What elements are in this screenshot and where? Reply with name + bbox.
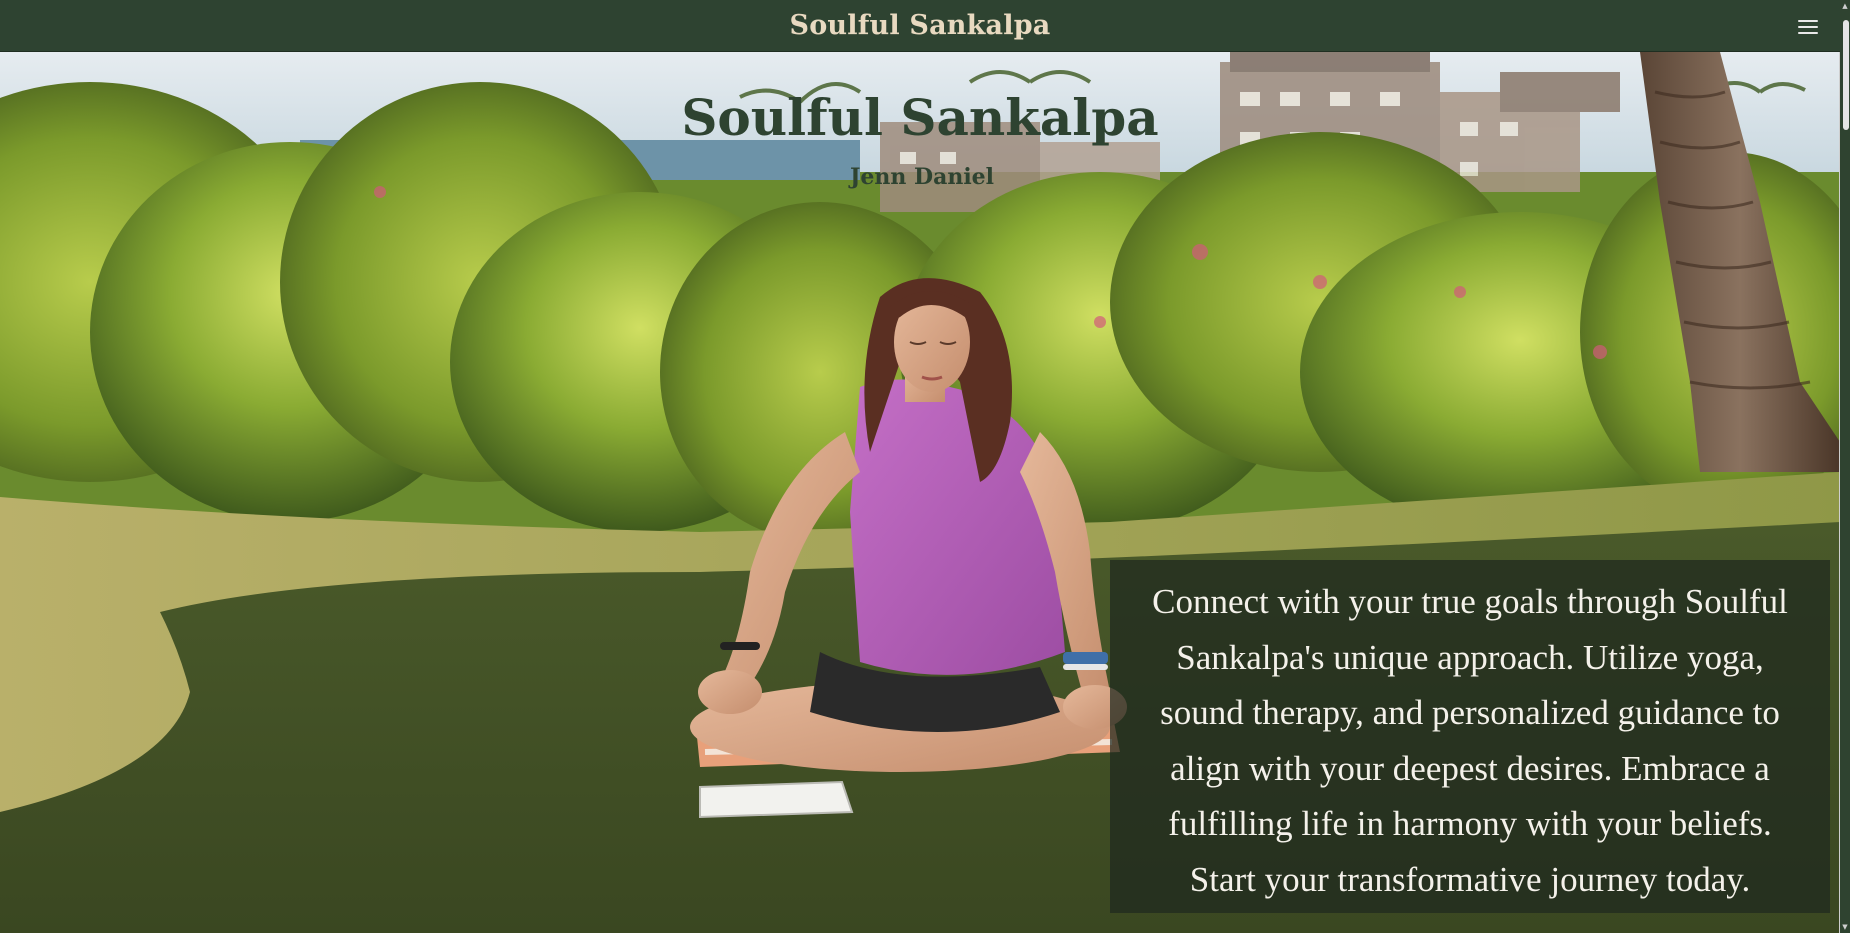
page-scrollbar[interactable]: ▲ ▼: [1839, 0, 1850, 933]
scrollbar-thumb[interactable]: [1843, 20, 1849, 130]
hero-title: Soulful Sankalpa: [681, 88, 1159, 147]
intro-paragraph: Connect with your true goals through Sou…: [1152, 582, 1788, 899]
scroll-up-arrow-icon[interactable]: ▲: [1841, 2, 1849, 10]
hero-section: Soulful Sankalpa Jenn Daniel Connect wit…: [0, 52, 1840, 933]
menu-line: [1798, 32, 1818, 34]
page: Soulful Sankalpa Soulful Sankalpa Jenn D…: [0, 0, 1850, 933]
menu-line: [1798, 20, 1818, 22]
hero-subtitle-author: Jenn Daniel: [849, 164, 995, 190]
menu-line: [1798, 26, 1818, 28]
scroll-down-arrow-icon[interactable]: ▼: [1841, 923, 1849, 931]
site-title[interactable]: Soulful Sankalpa: [790, 10, 1051, 41]
hamburger-menu-icon[interactable]: [1798, 20, 1818, 34]
top-nav-bar: Soulful Sankalpa: [0, 0, 1840, 52]
intro-overlay-panel: Connect with your true goals through Sou…: [1110, 560, 1830, 913]
